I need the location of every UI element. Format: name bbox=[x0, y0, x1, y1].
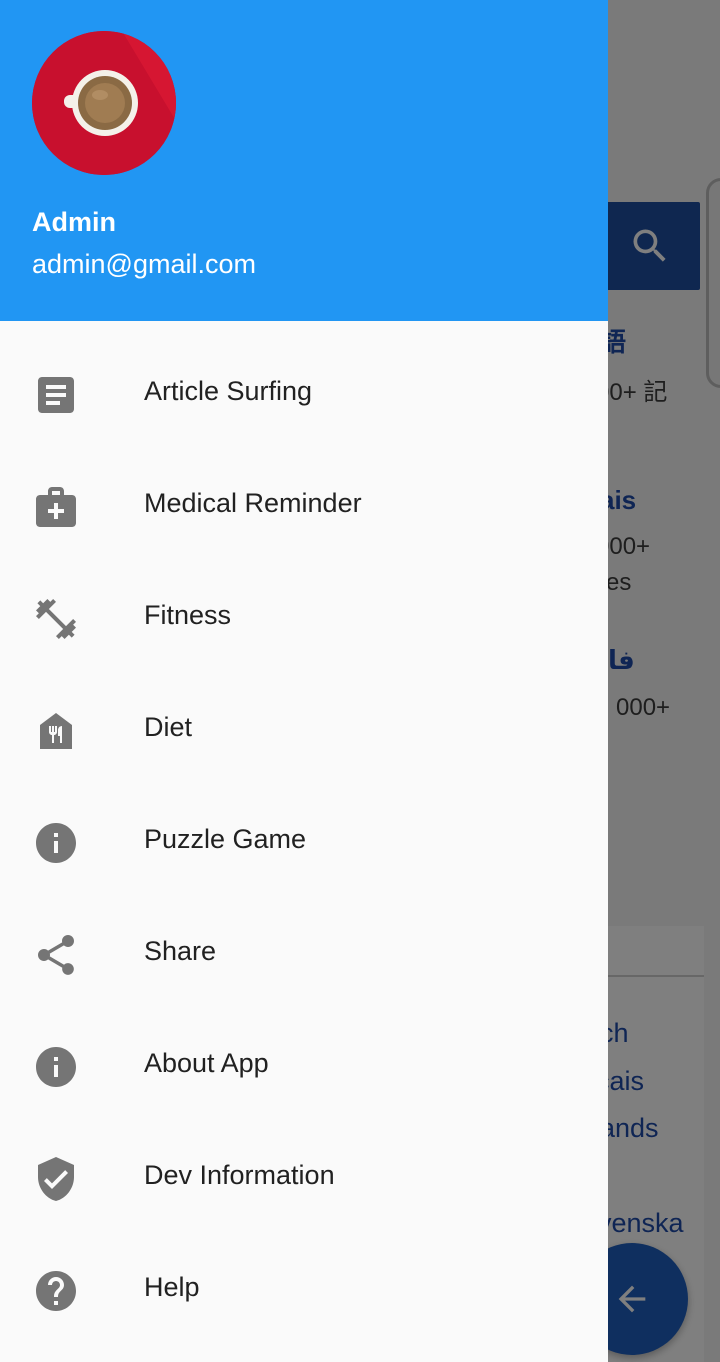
menu-item-label: Diet bbox=[144, 712, 193, 742]
menu-item-help[interactable]: Help bbox=[0, 1233, 608, 1345]
coffee-cup-avatar-image bbox=[32, 31, 176, 175]
menu-item-article-surfing[interactable]: Article Surfing bbox=[0, 337, 608, 449]
navigation-drawer: Admin admin@gmail.com Article Surfing Me… bbox=[0, 0, 608, 1362]
drawer-header: Admin admin@gmail.com bbox=[0, 0, 608, 321]
menu-item-dev-information[interactable]: Dev Information bbox=[0, 1121, 608, 1233]
menu-item-label: Medical Reminder bbox=[144, 488, 362, 518]
menu-item-label: Article Surfing bbox=[144, 376, 313, 406]
shield-check-icon bbox=[32, 1155, 80, 1203]
menu-item-label: About App bbox=[144, 1048, 269, 1078]
menu-item-label: Help bbox=[144, 1272, 200, 1302]
info-icon bbox=[32, 819, 80, 867]
menu-item-puzzle-game[interactable]: Puzzle Game bbox=[0, 785, 608, 897]
menu-item-label: Dev Information bbox=[144, 1160, 335, 1190]
menu-item-diet[interactable]: Diet bbox=[0, 673, 608, 785]
menu-item-about-app[interactable]: About App bbox=[0, 1009, 608, 1121]
menu-item-fitness[interactable]: Fitness bbox=[0, 561, 608, 673]
info-icon bbox=[32, 1043, 80, 1091]
menu-item-label: Puzzle Game bbox=[144, 824, 307, 854]
share-icon bbox=[32, 931, 80, 979]
restaurant-icon bbox=[32, 707, 80, 755]
medical-bag-icon bbox=[32, 483, 80, 531]
avatar[interactable] bbox=[32, 31, 176, 175]
user-email: admin@gmail.com bbox=[32, 249, 256, 279]
help-icon bbox=[32, 1267, 80, 1315]
user-name: Admin bbox=[32, 207, 116, 237]
dumbbell-icon bbox=[32, 595, 80, 643]
menu-item-label: Share bbox=[144, 936, 217, 966]
drawer-menu: Article Surfing Medical Reminder Fitness… bbox=[0, 337, 608, 1345]
menu-item-share[interactable]: Share bbox=[0, 897, 608, 1009]
menu-item-label: Fitness bbox=[144, 600, 232, 630]
article-icon bbox=[32, 371, 80, 419]
menu-item-medical-reminder[interactable]: Medical Reminder bbox=[0, 449, 608, 561]
